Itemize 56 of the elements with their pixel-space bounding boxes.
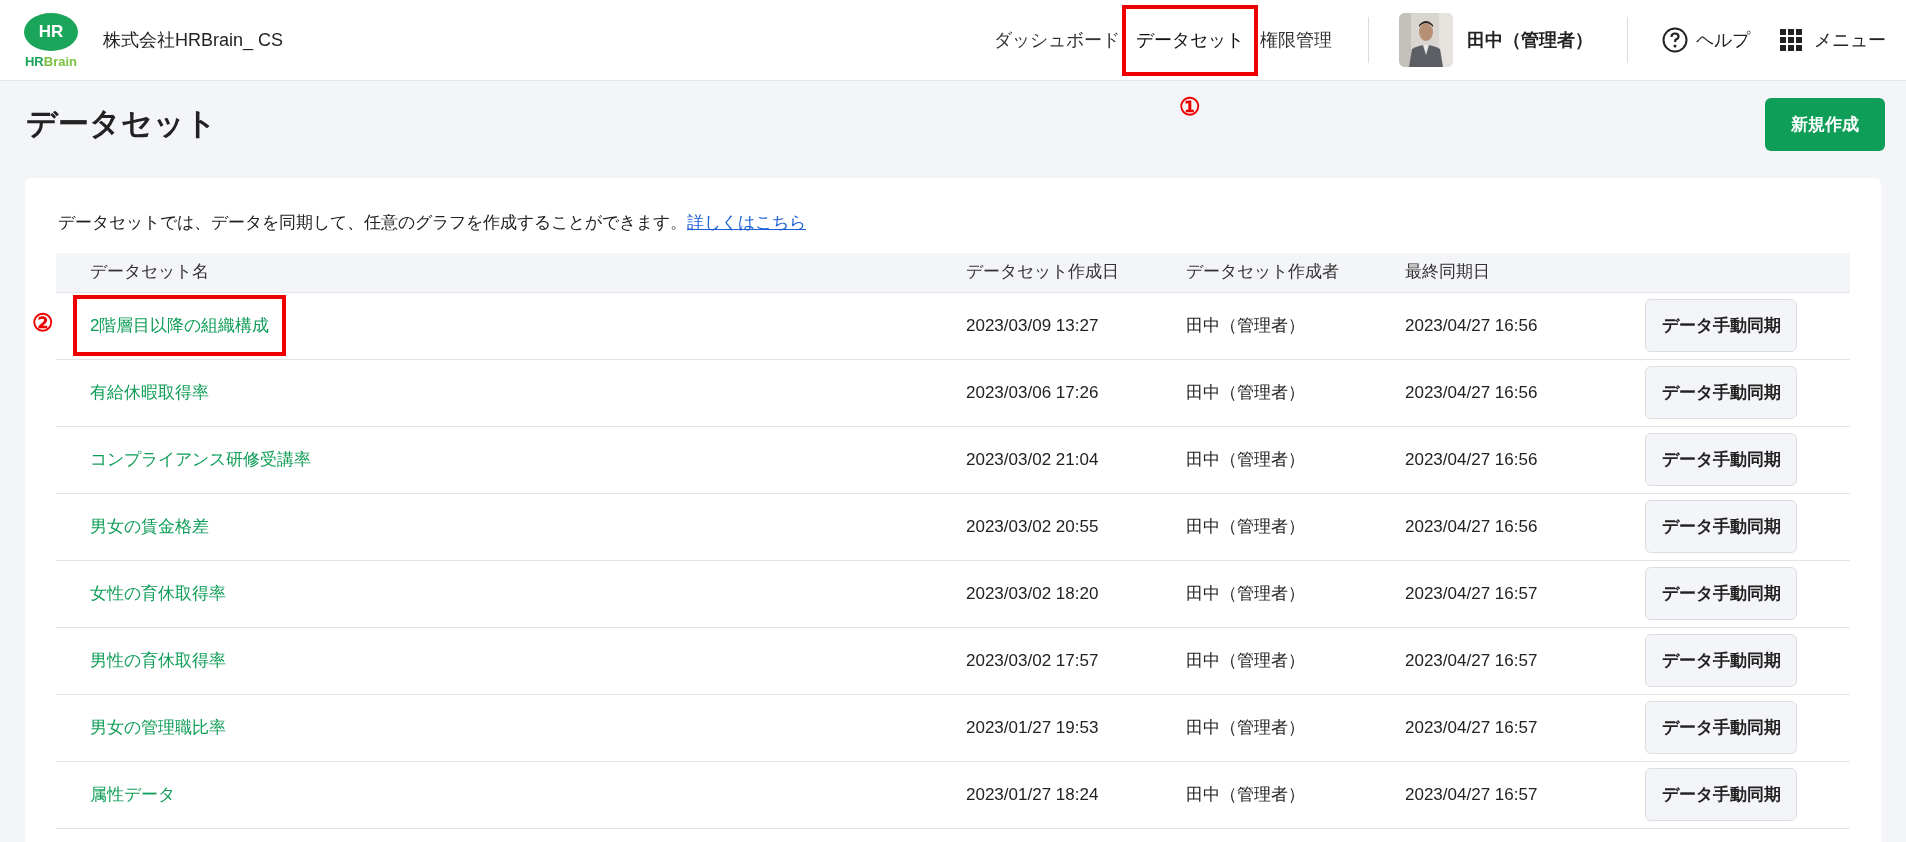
table-cell-text: 2023/04/27 16:57 xyxy=(1405,649,1539,672)
table-cell-text: 田中（管理者） xyxy=(1186,515,1306,538)
sync-button[interactable]: データ手動同期 xyxy=(1645,701,1797,754)
table-cell-text: 2023/03/02 21:04 xyxy=(966,448,1100,471)
nav-link[interactable]: ダッシュボード xyxy=(988,12,1126,68)
sync-button[interactable]: データ手動同期 xyxy=(1645,567,1797,620)
table-cell-text: 田中（管理者） xyxy=(1186,381,1306,404)
dataset-link[interactable]: 有給休暇取得率 xyxy=(77,375,222,410)
table-cell-text: 2023/03/09 13:27 xyxy=(966,314,1100,337)
dataset-link[interactable]: コンプライアンス研修受講率 xyxy=(77,442,324,477)
table-cell-text: 2023/04/27 16:57 xyxy=(1405,783,1539,806)
column-header: 最終同期日 xyxy=(1405,261,1491,284)
table-cell-text: 田中（管理者） xyxy=(1186,582,1306,605)
table-cell-text: 2023/04/27 16:56 xyxy=(1405,515,1539,538)
dataset-link[interactable]: 女性の育休取得率 xyxy=(77,576,239,611)
help-icon xyxy=(1662,27,1688,53)
sync-button[interactable]: データ手動同期 xyxy=(1645,299,1797,352)
table-cell-text: 2023/03/02 20:55 xyxy=(966,515,1100,538)
annotation-number: ② xyxy=(32,307,54,338)
help-button[interactable]: ヘルプ xyxy=(1662,26,1750,54)
intro-text: データセットでは、データを同期して、任意のグラフを作成することができます。詳しくはこちら xyxy=(57,212,807,234)
dataset-link[interactable]: 男性の育休取得率 xyxy=(77,643,239,678)
table-cell-text: 2023/04/27 16:56 xyxy=(1405,314,1539,337)
table-cell-text: 田中（管理者） xyxy=(1186,716,1306,739)
user-name[interactable]: 田中（管理者） xyxy=(1467,26,1593,54)
dataset-link[interactable]: 男女の管理職比率 xyxy=(77,710,239,745)
dataset-link[interactable]: 男女の賃金格差 xyxy=(77,509,222,544)
table-cell-text: 2023/04/27 16:57 xyxy=(1405,716,1539,739)
sync-button[interactable]: データ手動同期 xyxy=(1645,500,1797,553)
sync-button[interactable]: データ手動同期 xyxy=(1645,634,1797,687)
sync-button[interactable]: データ手動同期 xyxy=(1645,768,1797,821)
dataset-link[interactable]: 属性データ xyxy=(77,777,188,812)
table-cell-text: 田中（管理者） xyxy=(1186,649,1306,672)
table-cell-text: 2023/03/06 17:26 xyxy=(966,381,1100,404)
grid-icon xyxy=(1780,29,1802,51)
table-cell-text: 2023/04/27 16:56 xyxy=(1405,448,1539,471)
table-cell-text: 田中（管理者） xyxy=(1186,448,1306,471)
sync-button[interactable]: データ手動同期 xyxy=(1645,433,1797,486)
company-name: 株式会社HRBrain_ CS xyxy=(103,28,284,53)
menu-button[interactable]: メニュー xyxy=(1780,26,1886,54)
table-cell-text: 2023/04/27 16:56 xyxy=(1405,381,1539,404)
nav-link[interactable]: 権限管理 xyxy=(1254,12,1338,68)
column-header: データセット名 xyxy=(89,261,210,284)
page-title: データセット xyxy=(26,105,217,144)
table-cell-text: 2023/01/27 18:24 xyxy=(966,783,1100,806)
table-cell-text: 2023/01/27 19:53 xyxy=(966,716,1100,739)
column-header: データセット作成日 xyxy=(966,261,1120,284)
table-cell-text: 田中（管理者） xyxy=(1186,314,1306,337)
table-cell-text: 田中（管理者） xyxy=(1186,783,1306,806)
column-header: データセット作成者 xyxy=(1186,261,1340,284)
annotation-number: ① xyxy=(1179,91,1201,122)
table-cell-text: 2023/03/02 18:20 xyxy=(966,582,1100,605)
details-link[interactable]: 詳しくはこちら xyxy=(687,213,806,232)
table-cell-text: 2023/03/02 17:57 xyxy=(966,649,1100,672)
sync-button[interactable]: データ手動同期 xyxy=(1645,366,1797,419)
table-cell-text: 2023/04/27 16:57 xyxy=(1405,582,1539,605)
